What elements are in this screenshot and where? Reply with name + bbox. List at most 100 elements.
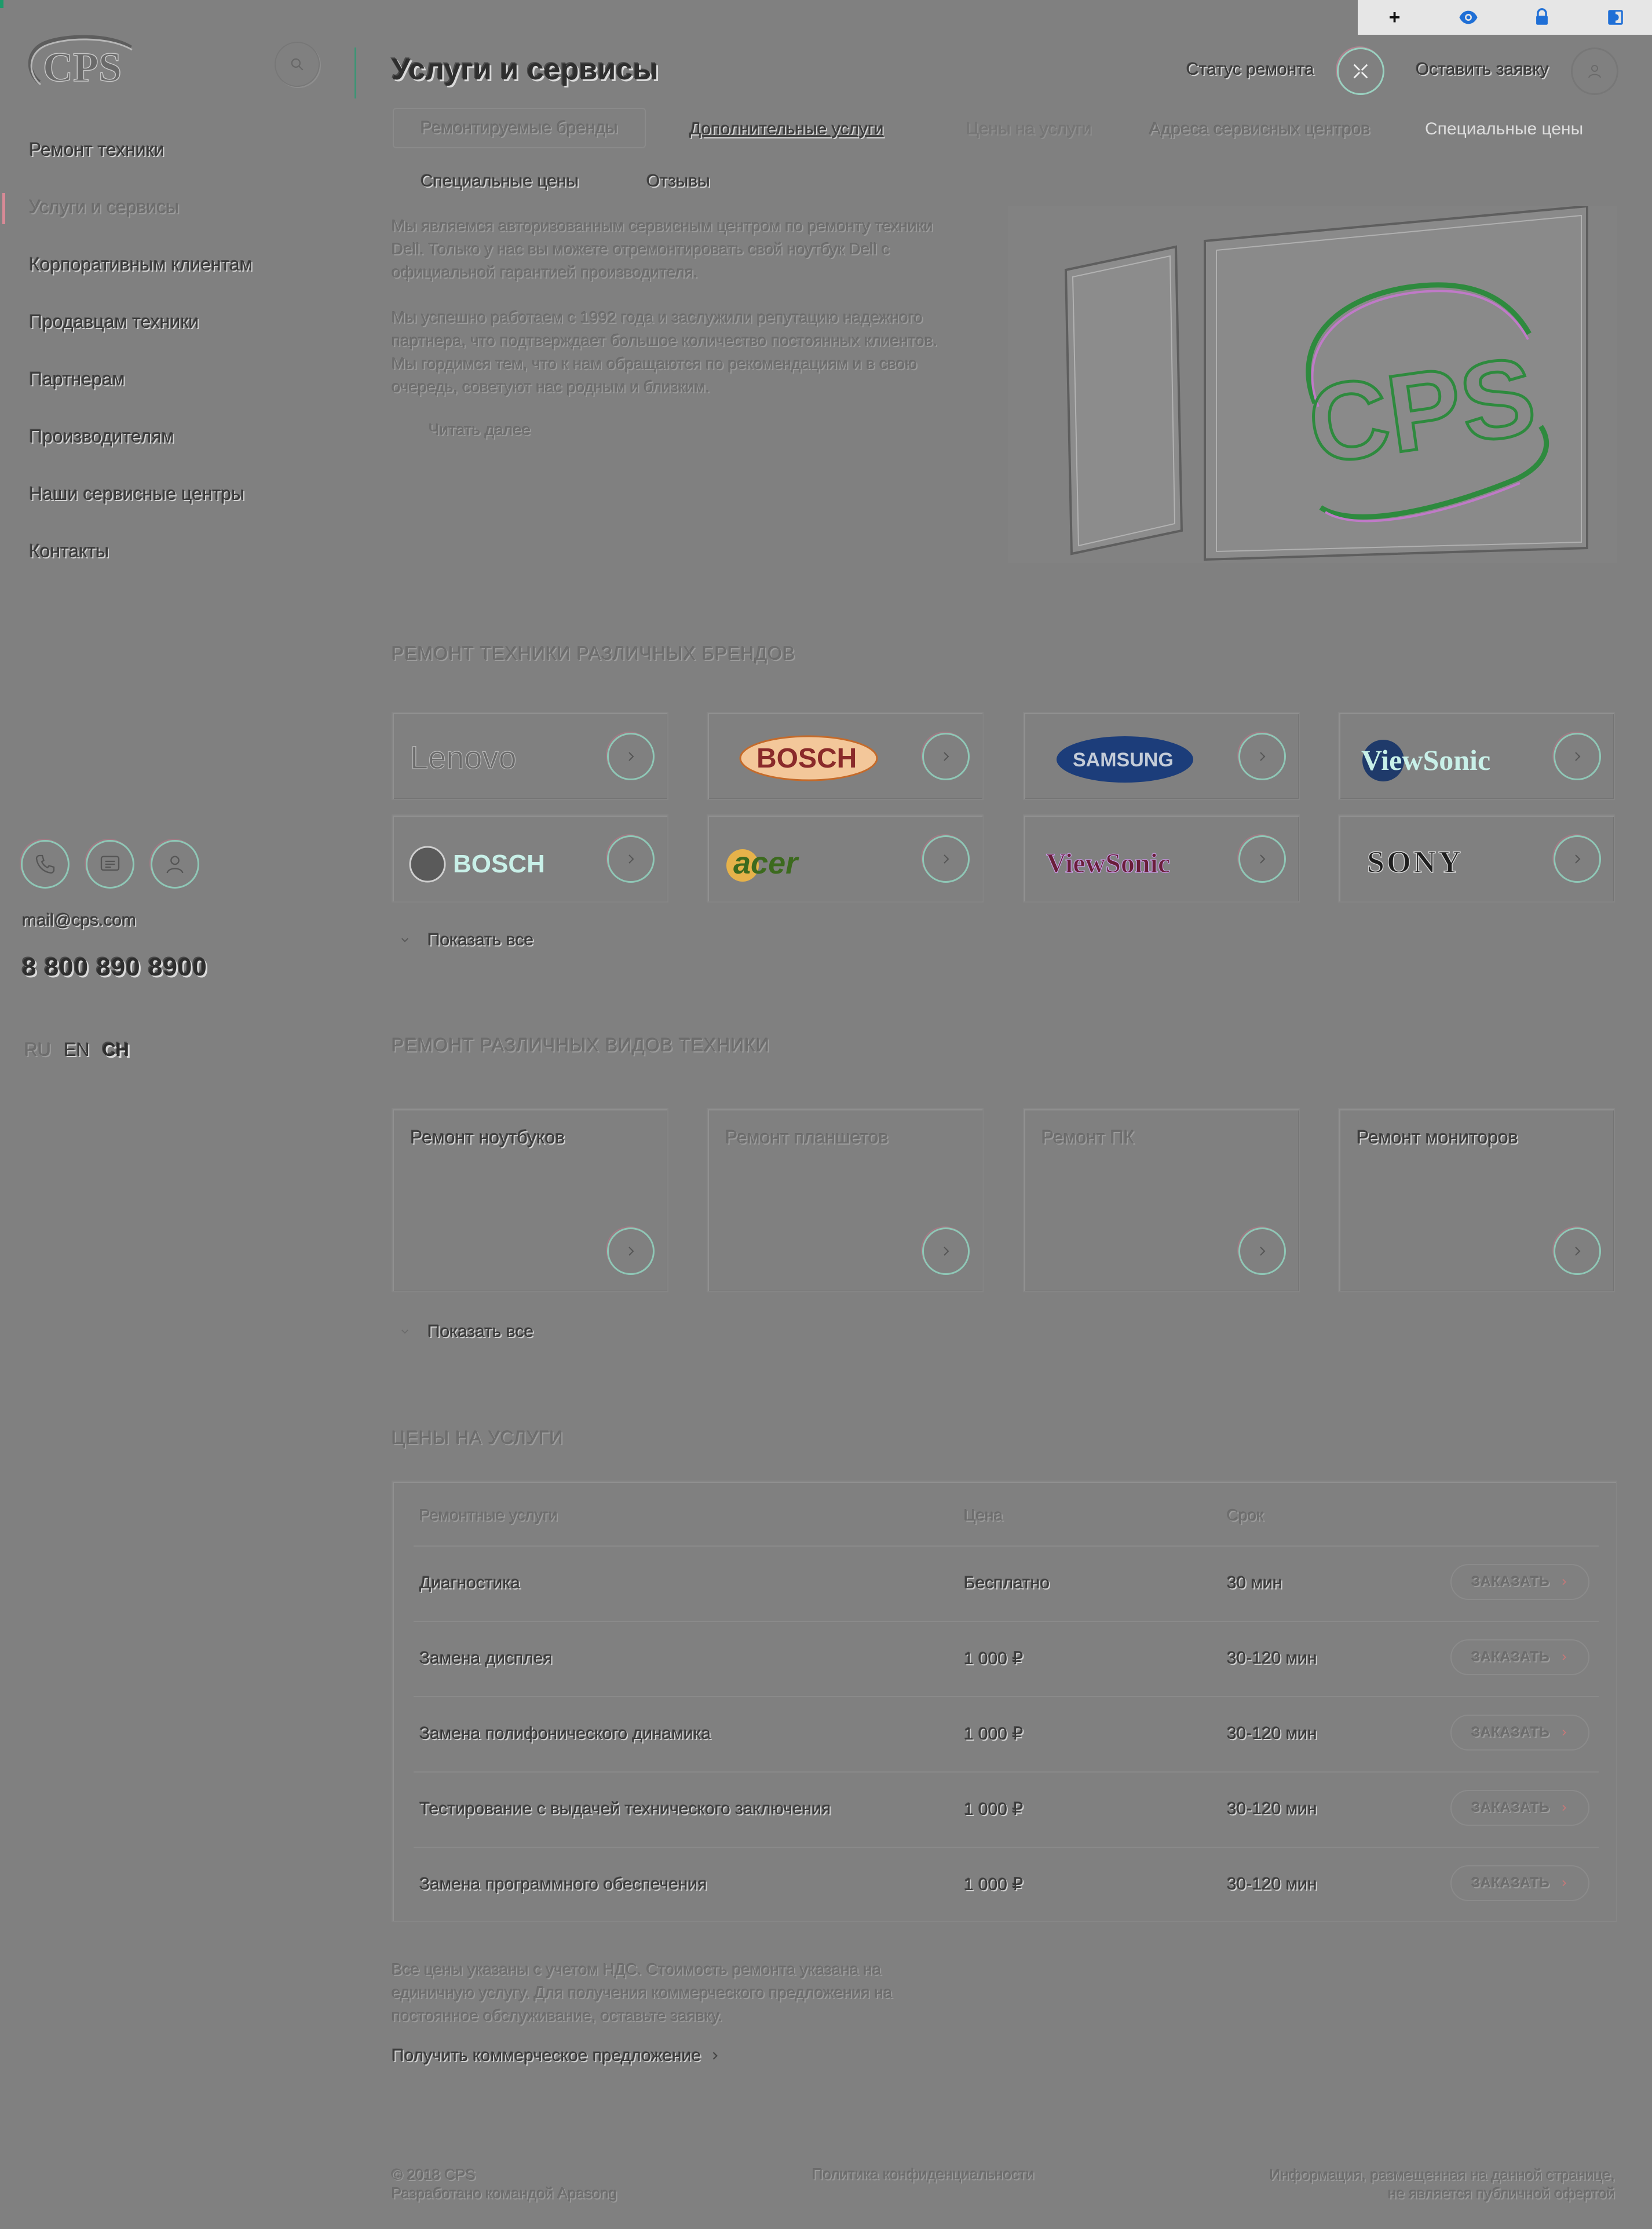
order-button[interactable]: ЗАКАЗАТЬ [1450,1865,1589,1901]
visibility-button[interactable] [1431,0,1505,35]
order-button[interactable]: ЗАКАЗАТЬ [1450,1564,1589,1600]
brand-card-acer[interactable]: acer [707,814,984,902]
chevron-right-icon [1575,1247,1581,1256]
font-increase-button[interactable]: + [1358,0,1431,35]
repair-status-link[interactable]: Статус ремонта [1186,60,1314,79]
brand-arrow-button[interactable] [1554,733,1601,780]
type-card-pc[interactable]: Ремонт ПК [1023,1108,1300,1292]
top-left-accent [0,0,3,8]
sidebar-email[interactable]: mail@cps.com [22,911,136,930]
phone-icon [35,854,55,874]
brand-arrow-button[interactable] [1238,835,1286,883]
types-show-all[interactable]: Показать все [400,1322,533,1342]
brand-arrow-button[interactable] [1554,835,1601,883]
type-card-laptops[interactable]: Ремонт ноутбуков [392,1108,668,1292]
call-button[interactable] [21,840,70,889]
brand-arrow-button[interactable] [607,733,655,780]
type-arrow-button[interactable] [922,1227,970,1275]
brand-card-bosch[interactable]: BOSCH [707,712,984,800]
cps-logo[interactable]: CPS [22,31,140,96]
sidebar-phone[interactable]: 8 800 890 8900 [22,953,207,982]
tab-brands[interactable]: Ремонтируемые бренды [393,108,646,148]
viewsonic-logo-text: ViewSonic [1361,744,1490,776]
read-more-link[interactable]: Читать далее [405,421,531,439]
sidebar-item-contacts[interactable]: Контакты [29,535,253,592]
sidebar-item-services[interactable]: Услуги и сервисы [29,191,253,248]
lock-button[interactable] [1505,0,1578,35]
disclaimer-line-1: Информация, размещенная на данной страни… [1269,2166,1615,2183]
samsung-logo: SAMSUNG [1057,736,1193,783]
brand-arrow-button[interactable] [922,733,970,780]
sidebar-item-manufacturers[interactable]: Производителям [29,420,253,477]
brand-card-sony[interactable]: SONY [1338,814,1615,902]
developer-text[interactable]: Разработано командой Apasong [392,2184,617,2202]
intro-text: Мы являемся авторизованным сервисным цен… [392,214,965,421]
sidebar-nav: Ремонт техники Услуги и сервисы Корпорат… [2,133,253,592]
type-card-label: Ремонт планшетов [725,1127,889,1148]
tools-icon [1353,64,1368,79]
leave-request-button[interactable] [1571,47,1618,95]
leave-request-link[interactable]: Оставить заявку [1416,60,1549,79]
tab-special-prices-2[interactable]: Специальные цены [421,171,579,191]
lang-ru[interactable]: RU [24,1039,51,1061]
brand-arrow-button[interactable] [1238,733,1286,780]
brand-card-samsung[interactable]: SAMSUNG [1023,712,1300,800]
sidebar-item-partners[interactable]: Партнерам [29,363,253,420]
footer-copyright: © 2018 CPS Разработано командой Apasong [392,2165,617,2202]
eye-icon [1459,10,1478,24]
lang-ch[interactable]: CH [103,1039,129,1061]
sidebar-item-service-centers[interactable]: Наши сервисные центры [29,477,253,535]
active-item-marker [2,193,5,224]
tab-prices[interactable]: Цены на услуги [966,119,1092,139]
type-card-tablets[interactable]: Ремонт планшетов [707,1108,984,1292]
page-title: Услуги и сервисы [392,53,659,86]
order-button[interactable]: ЗАКАЗАТЬ [1450,1790,1589,1826]
chevron-down-icon [401,938,408,942]
tab-special-prices[interactable]: Специальные цены [1425,119,1583,139]
type-arrow-button[interactable] [1554,1227,1601,1275]
order-button-label: ЗАКАЗАТЬ [1471,1649,1550,1665]
viewsonic-logo-text-2: ViewSonic [1046,848,1170,879]
sidebar-item-sellers[interactable]: Продавцам техники [29,305,253,363]
contrast-button[interactable] [1578,0,1652,35]
sidebar-item-corporate[interactable]: Корпоративным клиентам [29,248,253,305]
tab-reviews[interactable]: Отзывы [646,171,710,191]
brand-card-bosch-2[interactable]: BOSCH [392,814,668,902]
chat-icon [100,856,120,871]
table-row: Замена программного обеспечения 1 000 ₽ … [414,1847,1599,1922]
copyright-text: © 2018 CPS [392,2166,476,2183]
prices-section-title: ЦЕНЫ НА УСЛУГИ [392,1427,564,1448]
row-service: Замена программного обеспечения [419,1874,707,1894]
chevron-right-icon [1575,854,1581,864]
type-card-label: Ремонт мониторов [1357,1127,1518,1148]
chat-button[interactable] [86,840,134,889]
brand-arrow-button[interactable] [607,835,655,883]
tab-addresses[interactable]: Адреса сервисных центров [1149,119,1370,139]
privacy-policy-link[interactable]: Политика конфиденциальности [812,2165,1035,2183]
sidebar-search-button[interactable] [275,42,320,87]
type-card-monitors[interactable]: Ремонт мониторов [1338,1108,1615,1292]
row-term: 30-120 мин [1227,1874,1317,1894]
lang-en[interactable]: EN [64,1039,89,1061]
brand-arrow-button[interactable] [922,835,970,883]
brand-card-viewsonic[interactable]: ViewSonic [1338,712,1615,800]
row-price: 1 000 ₽ [964,1875,1024,1894]
order-button[interactable]: ЗАКАЗАТЬ [1450,1715,1589,1751]
contrast-icon [1607,10,1623,25]
type-arrow-button[interactable] [1238,1227,1286,1275]
order-button-label: ЗАКАЗАТЬ [1471,1875,1550,1891]
brand-card-viewsonic-2[interactable]: ViewSonic [1023,814,1300,902]
account-button[interactable] [151,840,199,889]
brand-card-lenovo[interactable]: Lenovo [392,712,668,800]
type-arrow-button[interactable] [607,1227,655,1275]
chevron-right-icon [1260,752,1266,761]
order-button[interactable]: ЗАКАЗАТЬ [1450,1639,1589,1675]
lenovo-logo-text: Lenovo [410,739,517,776]
sidebar-item-repair[interactable]: Ремонт техники [29,133,253,191]
brands-show-all[interactable]: Показать все [400,930,533,950]
commercial-offer-link[interactable]: Получить коммерческое предложение [392,2046,721,2066]
repair-status-button[interactable] [1337,47,1384,95]
type-card-label: Ремонт ноутбуков [410,1127,565,1148]
viewsonic-logo: ViewSonic [1046,847,1170,879]
tab-additional-services[interactable]: Дополнительные услуги [689,119,884,139]
